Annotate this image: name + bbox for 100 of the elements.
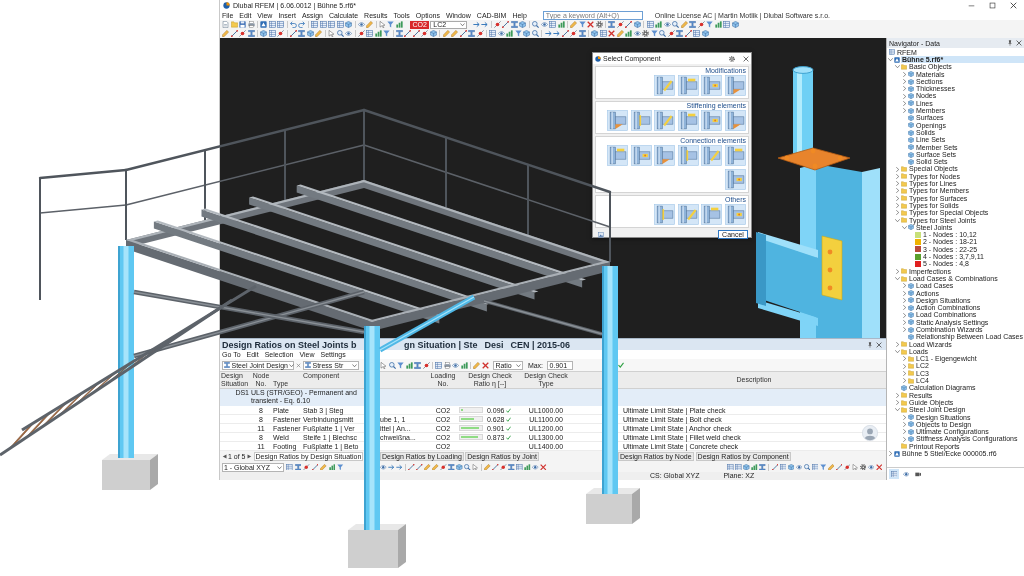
- line-icon[interactable]: [459, 30, 467, 37]
- settings-icon[interactable]: [859, 463, 866, 471]
- caret-right-icon[interactable]: [902, 71, 907, 77]
- beam-icon[interactable]: [578, 30, 586, 37]
- clear-icon[interactable]: [296, 362, 301, 368]
- table-icon[interactable]: [549, 21, 557, 28]
- user-avatar[interactable]: [862, 425, 878, 441]
- node-icon[interactable]: [440, 463, 447, 471]
- table-icon[interactable]: [319, 21, 327, 28]
- line-icon[interactable]: [492, 463, 499, 471]
- beam-connection-icon[interactable]: [630, 145, 652, 166]
- image-icon[interactable]: [598, 231, 604, 238]
- zoom-icon[interactable]: [672, 21, 680, 28]
- line-icon[interactable]: [502, 21, 510, 28]
- arrow-icon[interactable]: [472, 21, 480, 28]
- caret-right-icon[interactable]: [895, 400, 900, 406]
- table-icon[interactable]: [811, 463, 818, 471]
- beam-connection-icon[interactable]: [701, 145, 723, 166]
- delete-icon[interactable]: [481, 361, 489, 369]
- node-icon[interactable]: [697, 21, 705, 28]
- node-icon[interactable]: [476, 30, 484, 37]
- node-icon[interactable]: [667, 30, 675, 37]
- eye-icon[interactable]: [540, 21, 548, 28]
- caret-right-icon[interactable]: [895, 166, 900, 172]
- caret-right-icon[interactable]: [902, 93, 907, 99]
- close-icon[interactable]: [1016, 40, 1022, 46]
- node-icon[interactable]: [277, 30, 285, 37]
- chart-icon[interactable]: [524, 463, 531, 471]
- cube-icon[interactable]: [731, 21, 739, 28]
- caret-right-icon[interactable]: [902, 305, 907, 311]
- cube-icon[interactable]: [456, 463, 463, 471]
- line-icon[interactable]: [625, 21, 633, 28]
- printer-icon[interactable]: [247, 21, 255, 28]
- beam-connection-icon[interactable]: [725, 145, 746, 166]
- caret-right-icon[interactable]: [902, 378, 907, 384]
- pencil-icon[interactable]: [320, 463, 327, 471]
- table-icon[interactable]: [735, 463, 742, 471]
- caret-right-icon[interactable]: [902, 312, 907, 318]
- line-icon[interactable]: [404, 30, 412, 37]
- beam-connection-icon[interactable]: [725, 110, 746, 131]
- caret-right-icon[interactable]: [895, 173, 900, 179]
- beam-icon[interactable]: [468, 30, 476, 37]
- line-icon[interactable]: [311, 463, 318, 471]
- pin-icon[interactable]: [867, 341, 873, 348]
- beam-connection-icon[interactable]: [677, 203, 699, 225]
- eye-icon[interactable]: [795, 463, 802, 471]
- chart-icon[interactable]: [460, 361, 468, 369]
- maximize-icon[interactable]: [989, 1, 996, 9]
- settings-icon[interactable]: [729, 55, 735, 62]
- chart-icon[interactable]: [625, 30, 633, 37]
- chart-icon[interactable]: [714, 21, 722, 28]
- cube-icon[interactable]: [345, 21, 353, 28]
- table-icon[interactable]: [489, 30, 497, 37]
- table-icon[interactable]: [693, 30, 701, 37]
- line-icon[interactable]: [412, 30, 420, 37]
- table-icon[interactable]: [727, 463, 734, 471]
- caret-right-icon[interactable]: [902, 283, 907, 289]
- close-icon[interactable]: [743, 55, 749, 62]
- caret-right-icon[interactable]: [902, 356, 907, 362]
- beam-icon[interactable]: [247, 30, 255, 37]
- beam-connection-icon[interactable]: [701, 110, 723, 131]
- filter-icon[interactable]: [819, 463, 826, 471]
- zoom-icon[interactable]: [532, 21, 540, 28]
- caret-right-icon[interactable]: [902, 327, 907, 333]
- eye-icon[interactable]: [452, 361, 460, 369]
- caret-right-icon[interactable]: [888, 451, 893, 457]
- arrow-icon[interactable]: [544, 30, 552, 37]
- beam-connection-icon[interactable]: [725, 203, 746, 225]
- caret-right-icon[interactable]: [895, 181, 900, 187]
- navigator-tab[interactable]: [901, 469, 911, 479]
- beam-connection-icon[interactable]: [677, 145, 699, 166]
- eye-icon[interactable]: [497, 30, 505, 37]
- node-icon[interactable]: [421, 30, 429, 37]
- table-icon[interactable]: [779, 463, 786, 471]
- settings-icon[interactable]: [595, 21, 603, 28]
- cursor-icon[interactable]: [380, 361, 387, 369]
- cursor-icon[interactable]: [378, 21, 386, 28]
- line-icon[interactable]: [684, 30, 692, 37]
- node-icon[interactable]: [239, 30, 246, 37]
- previous-icon[interactable]: [222, 454, 227, 459]
- pencil-icon[interactable]: [827, 463, 834, 471]
- table-icon[interactable]: [277, 21, 285, 28]
- beam-icon[interactable]: [608, 21, 616, 28]
- arrow-icon[interactable]: [553, 30, 560, 37]
- caret-right-icon[interactable]: [895, 195, 900, 201]
- caret-right-icon[interactable]: [895, 268, 900, 274]
- redo-icon[interactable]: [298, 21, 306, 28]
- cursor-icon[interactable]: [328, 30, 336, 37]
- caret-down-icon[interactable]: [888, 57, 893, 63]
- caret-down-icon[interactable]: [895, 276, 900, 282]
- pin-icon[interactable]: [1007, 40, 1013, 46]
- zoom-icon[interactable]: [388, 361, 396, 369]
- caret-right-icon[interactable]: [902, 86, 907, 92]
- beam-connection-icon[interactable]: [654, 110, 676, 131]
- beam-icon[interactable]: [508, 463, 515, 471]
- chart-icon[interactable]: [557, 21, 565, 28]
- close-icon[interactable]: [1010, 1, 1017, 9]
- node-icon[interactable]: [422, 361, 430, 369]
- table-icon[interactable]: [268, 21, 276, 28]
- caret-right-icon[interactable]: [895, 392, 900, 398]
